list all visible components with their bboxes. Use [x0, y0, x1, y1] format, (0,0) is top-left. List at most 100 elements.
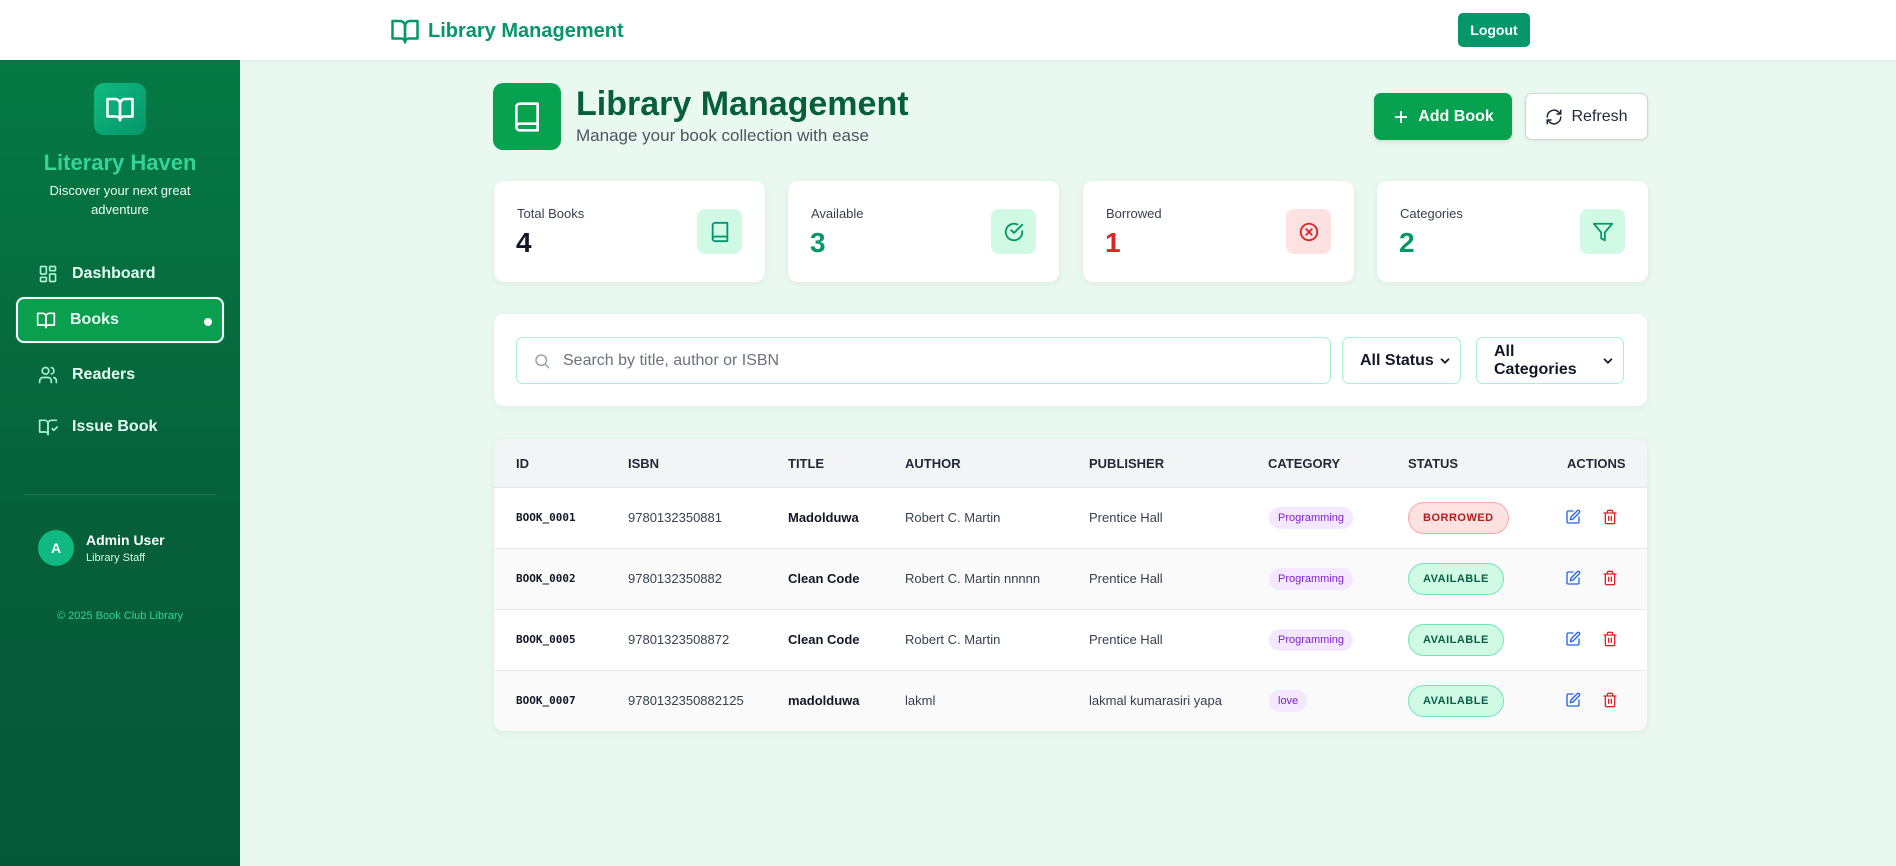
books-table: ID ISBN TITLE AUTHOR PUBLISHER CATEGORY … [494, 439, 1647, 731]
status-badge: BORROWED [1408, 502, 1509, 534]
add-book-button[interactable]: Add Book [1374, 93, 1512, 140]
sidebar-subtitle: Discover your next great adventure [49, 183, 191, 217]
refresh-icon [1546, 109, 1562, 124]
edit-button[interactable] [1565, 631, 1583, 649]
category-badge: Programming [1269, 568, 1354, 590]
stat-value: 1 [1105, 227, 1121, 258]
category-badge: love [1269, 690, 1308, 712]
status-badge: AVAILABLE [1408, 624, 1504, 656]
stat-value: 2 [1399, 227, 1415, 258]
search-input[interactable] [563, 351, 1303, 370]
delete-button[interactable] [1602, 509, 1620, 527]
table-row[interactable]: BOOK_0001 9780132350881 Madolduwa Robert… [494, 487, 1647, 548]
trash-icon [1603, 570, 1617, 586]
book-open-icon [36, 312, 56, 329]
status-badge: AVAILABLE [1408, 685, 1504, 717]
book-icon [711, 221, 728, 242]
chevron-down-icon [1440, 357, 1450, 364]
stat-label: Borrowed [1106, 206, 1162, 221]
table-row[interactable]: BOOK_0005 97801323508872 Clean Code Robe… [494, 609, 1647, 670]
edit-button[interactable] [1565, 570, 1583, 588]
cell-id: BOOK_0005 [516, 633, 576, 646]
sidebar-item-label: Issue Book [72, 418, 158, 435]
user-role: Library Staff [86, 552, 146, 564]
category-filter-select[interactable]: All Categories [1476, 337, 1624, 384]
sidebar-item-readers[interactable]: Readers [16, 352, 224, 398]
page-subtitle: Manage your book collection with ease [576, 126, 869, 145]
sidebar-title: Literary Haven [43, 150, 197, 175]
stat-label: Categories [1400, 206, 1463, 221]
column-header: CATEGORY [1268, 456, 1341, 471]
category-badge: Programming [1269, 629, 1354, 651]
category-badge: Programming [1269, 507, 1354, 529]
column-header: ACTIONS [1567, 456, 1626, 471]
edit-icon [1566, 692, 1581, 707]
cell-publisher: Prentice Hall [1089, 632, 1163, 647]
top-brand[interactable]: Library Management [390, 16, 624, 46]
column-header: AUTHOR [905, 456, 961, 471]
stat-icon-box [1580, 209, 1625, 254]
edit-button[interactable] [1565, 692, 1583, 710]
status-filter-select[interactable]: All Status [1342, 337, 1461, 384]
logout-button[interactable]: Logout [1458, 13, 1530, 47]
book-open-icon [391, 19, 419, 44]
sidebar-item-label: Books [70, 311, 119, 328]
chevron-down-icon [1603, 357, 1613, 364]
book-issue-icon [38, 419, 58, 436]
cell-publisher: Prentice Hall [1089, 571, 1163, 586]
cell-isbn: 9780132350882 [628, 571, 722, 586]
delete-button[interactable] [1602, 692, 1620, 710]
trash-icon [1603, 631, 1617, 647]
x-circle-icon [1299, 222, 1318, 241]
search-icon [535, 353, 550, 368]
copyright: © 2025 Book Club Library [56, 610, 184, 622]
trash-icon [1603, 692, 1617, 708]
table-row[interactable]: BOOK_0007 9780132350882125 madolduwa lak… [494, 670, 1647, 731]
stat-value: 4 [516, 227, 532, 258]
book-icon [515, 101, 539, 132]
dashboard-icon [39, 265, 57, 283]
delete-button[interactable] [1602, 631, 1620, 649]
sidebar-item-issue-book[interactable]: Issue Book [16, 404, 224, 450]
cell-title: Clean Code [788, 571, 860, 586]
stat-card-borrowed: Borrowed 1 [1083, 181, 1354, 282]
active-indicator-dot [204, 318, 212, 326]
table-header: ID ISBN TITLE AUTHOR PUBLISHER CATEGORY … [494, 439, 1647, 487]
stat-label: Available [811, 206, 864, 221]
sidebar-item-dashboard[interactable]: Dashboard [16, 251, 224, 297]
cell-author: lakml [905, 693, 936, 708]
edit-button[interactable] [1565, 509, 1583, 527]
avatar[interactable]: A [38, 530, 74, 566]
stat-value: 3 [810, 227, 826, 258]
stat-label: Total Books [517, 206, 585, 221]
stat-icon-box [991, 209, 1036, 254]
cell-id: BOOK_0007 [516, 694, 576, 707]
sidebar-item-label: Dashboard [72, 265, 156, 282]
trash-icon [1603, 509, 1617, 525]
search-box[interactable] [516, 337, 1331, 384]
column-header: ISBN [628, 456, 660, 471]
cell-title: Clean Code [788, 632, 860, 647]
column-header: PUBLISHER [1089, 456, 1165, 471]
check-circle-icon [1004, 222, 1023, 241]
cell-publisher: Prentice Hall [1089, 510, 1163, 525]
sidebar-item-books[interactable]: Books [16, 297, 224, 343]
stat-card-available: Available 3 [788, 181, 1059, 282]
cell-author: Robert C. Martin [905, 632, 1001, 647]
stat-icon-box [697, 209, 742, 254]
refresh-button[interactable]: Refresh [1525, 93, 1648, 140]
filter-bar: All Status All Categories [494, 314, 1647, 406]
table-row[interactable]: BOOK_0002 9780132350882 Clean Code Rober… [494, 548, 1647, 609]
status-filter-value: All Status [1360, 351, 1434, 369]
category-filter-value: All Categories [1494, 342, 1577, 378]
edit-icon [1566, 570, 1581, 585]
delete-button[interactable] [1602, 570, 1620, 588]
cell-publisher: lakmal kumarasiri yapa [1089, 693, 1222, 708]
stat-icon-box [1286, 209, 1331, 254]
page-title: Library Management [576, 85, 909, 123]
top-brand-label: Library Management [428, 19, 624, 42]
stat-card-total-books: Total Books 4 [494, 181, 765, 282]
sidebar-divider [24, 494, 216, 495]
plus-icon [1395, 110, 1408, 123]
add-book-label: Add Book [1418, 107, 1494, 125]
